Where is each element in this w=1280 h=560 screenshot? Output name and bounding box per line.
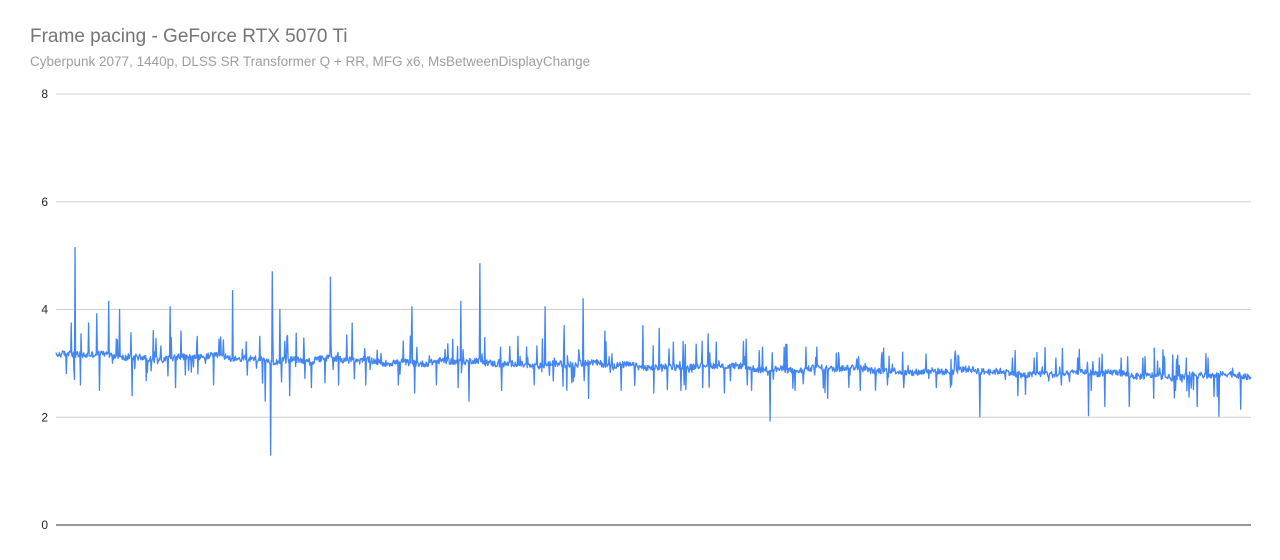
- frametime-series-line: [55, 246, 1252, 456]
- y-tick-label-8: 8: [41, 87, 48, 101]
- y-axis-ticks: 0 2 4 6 8: [41, 87, 48, 532]
- y-tick-label-2: 2: [41, 410, 48, 424]
- y-tick-label-4: 4: [41, 303, 48, 317]
- y-tick-label-6: 6: [41, 195, 48, 209]
- series-group: [55, 246, 1252, 456]
- y-tick-label-0: 0: [41, 518, 48, 532]
- frame-pacing-chart: 0 2 4 6 8: [41, 87, 1252, 532]
- gridlines: [56, 93, 1251, 526]
